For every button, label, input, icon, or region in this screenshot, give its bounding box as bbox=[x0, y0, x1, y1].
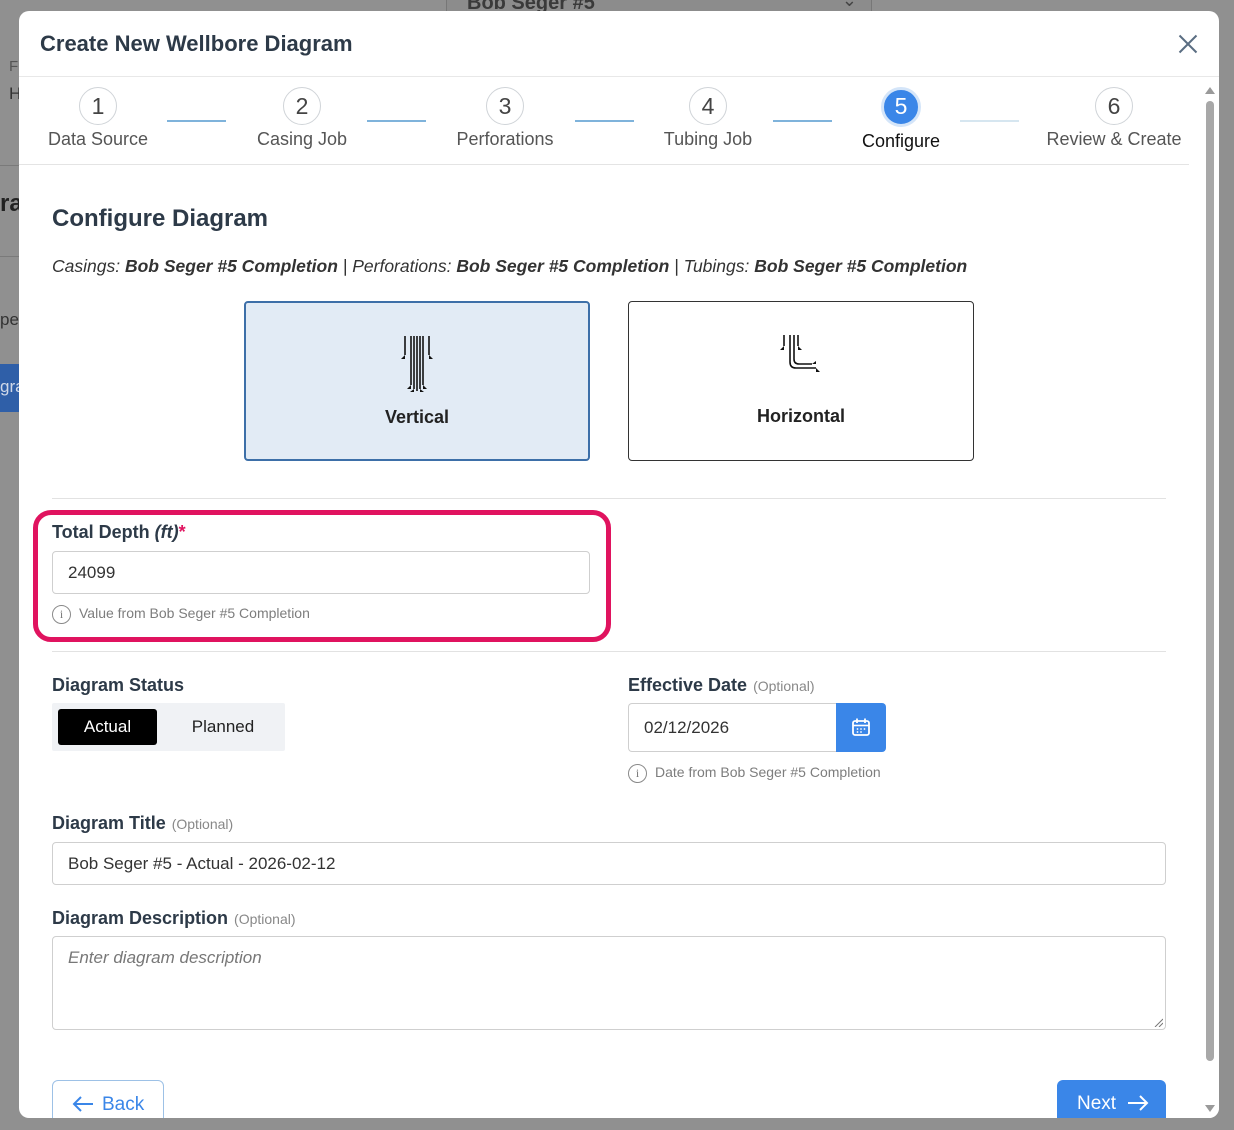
background-text-fragment: pe bbox=[0, 310, 19, 329]
step-label: Review & Create bbox=[1046, 129, 1182, 149]
horizontal-label: Horizontal bbox=[757, 406, 845, 426]
separator: | bbox=[674, 256, 679, 276]
resize-grip-icon[interactable] bbox=[1153, 1017, 1163, 1027]
arrow-right-icon bbox=[1128, 1095, 1149, 1111]
total-depth-label-text: Total Depth bbox=[52, 522, 150, 542]
step-label: Perforations bbox=[456, 129, 554, 149]
diagram-description-textarea[interactable]: Enter diagram description bbox=[52, 936, 1166, 1030]
background-text-fragment: F bbox=[9, 58, 19, 75]
section-title: Configure Diagram bbox=[52, 205, 269, 232]
diagram-title-label: Diagram Title (Optional) bbox=[52, 813, 233, 834]
total-depth-hint: i Value from Bob Seger #5 Completion bbox=[52, 605, 310, 624]
step-label: Tubing Job bbox=[663, 129, 753, 149]
step-number: 4 bbox=[689, 87, 727, 125]
optional-tag: (Optional) bbox=[234, 911, 296, 927]
horizontal-orientation-card[interactable]: Horizontal bbox=[628, 301, 974, 461]
total-depth-unit: (ft) bbox=[154, 522, 179, 542]
step-casing-job[interactable]: 2 Casing Job bbox=[247, 87, 357, 150]
create-wellbore-modal: Create New Wellbore Diagram 1 Data Sourc… bbox=[19, 11, 1219, 1118]
vertical-orientation-card[interactable]: Vertical bbox=[244, 301, 590, 461]
step-connector bbox=[773, 120, 832, 122]
description-placeholder: Enter diagram description bbox=[68, 948, 262, 967]
separator: | bbox=[342, 256, 348, 276]
diagram-description-label: Diagram Description (Optional) bbox=[52, 908, 296, 929]
optional-tag: (Optional) bbox=[171, 816, 234, 832]
total-depth-label: Total Depth (ft)* bbox=[52, 522, 186, 543]
effective-date-label: Effective Date (Optional) bbox=[628, 675, 815, 696]
diagram-status-toggle: Actual Planned bbox=[52, 703, 285, 751]
step-number: 5 bbox=[881, 87, 921, 127]
total-depth-hint-text: Value from Bob Seger #5 Completion bbox=[79, 605, 310, 622]
step-configure[interactable]: 5 Configure bbox=[846, 87, 956, 152]
optional-tag: (Optional) bbox=[753, 678, 815, 694]
step-data-source[interactable]: 1 Data Source bbox=[43, 87, 153, 150]
modal-header: Create New Wellbore Diagram bbox=[19, 11, 1219, 77]
background-button: gra bbox=[0, 364, 25, 412]
info-icon: i bbox=[52, 605, 71, 624]
step-review-create[interactable]: 6 Review & Create bbox=[1043, 87, 1185, 150]
modal-scrollbar[interactable] bbox=[1201, 85, 1219, 1118]
back-label: Back bbox=[102, 1094, 145, 1115]
next-label: Next bbox=[1077, 1093, 1117, 1114]
close-icon[interactable] bbox=[1175, 31, 1201, 57]
diagram-description-label-text: Diagram Description bbox=[52, 908, 229, 928]
horizontal-wellbore-icon bbox=[780, 335, 820, 372]
scroll-thumb[interactable] bbox=[1206, 101, 1214, 1061]
step-label: Casing Job bbox=[256, 129, 348, 149]
vertical-label: Vertical bbox=[384, 407, 450, 427]
section-divider bbox=[52, 498, 1166, 499]
diagram-title-label-text: Diagram Title bbox=[52, 813, 166, 833]
section-divider bbox=[52, 651, 1166, 652]
data-sources-summary: Casings: Bob Seger #5 Completion | Perfo… bbox=[52, 256, 967, 277]
modal-title: Create New Wellbore Diagram bbox=[40, 31, 353, 56]
effective-date-hint: i Date from Bob Seger #5 Completion bbox=[628, 764, 881, 783]
arrow-left-icon bbox=[72, 1096, 93, 1112]
wizard-stepper: 1 Data Source 2 Casing Job 3 Perforation… bbox=[19, 77, 1189, 165]
calendar-icon bbox=[852, 718, 870, 736]
step-tubing-job[interactable]: 4 Tubing Job bbox=[653, 87, 763, 150]
status-actual-button[interactable]: Actual bbox=[58, 709, 157, 745]
required-marker: * bbox=[178, 522, 186, 542]
total-depth-input[interactable]: 24099 bbox=[52, 551, 590, 594]
step-connector bbox=[167, 120, 226, 122]
step-perforations[interactable]: 3 Perforations bbox=[445, 87, 565, 150]
casings-label: Casings: bbox=[52, 256, 121, 276]
scroll-up-icon[interactable] bbox=[1205, 87, 1215, 94]
vertical-wellbore-icon bbox=[401, 336, 433, 392]
status-planned-button[interactable]: Planned bbox=[173, 709, 273, 745]
chevron-down-icon: ⌄ bbox=[841, 0, 857, 10]
step-number: 6 bbox=[1095, 87, 1133, 125]
background-divider bbox=[0, 256, 20, 257]
tubings-label: Tubings: bbox=[683, 256, 750, 276]
perforations-value: Bob Seger #5 Completion bbox=[456, 256, 670, 276]
effective-date-hint-text: Date from Bob Seger #5 Completion bbox=[655, 764, 881, 781]
step-number: 1 bbox=[79, 87, 117, 125]
next-button[interactable]: Next bbox=[1057, 1080, 1166, 1118]
scroll-down-icon[interactable] bbox=[1205, 1105, 1215, 1112]
date-picker-button[interactable] bbox=[836, 703, 886, 752]
diagram-status-label: Diagram Status bbox=[52, 675, 185, 695]
info-icon: i bbox=[628, 764, 647, 783]
perforations-label: Perforations: bbox=[352, 256, 452, 276]
step-label: Data Source bbox=[47, 129, 149, 149]
effective-date-input[interactable]: 02/12/2026 bbox=[628, 703, 836, 752]
back-button[interactable]: Back bbox=[52, 1080, 164, 1118]
step-connector bbox=[960, 120, 1019, 122]
tubings-value: Bob Seger #5 Completion bbox=[754, 256, 968, 276]
diagram-title-input[interactable]: Bob Seger #5 - Actual - 2026-02-12 bbox=[52, 842, 1166, 885]
effective-date-label-text: Effective Date bbox=[628, 675, 748, 695]
casings-value: Bob Seger #5 Completion bbox=[124, 256, 338, 276]
step-label: Configure bbox=[861, 131, 941, 151]
step-connector bbox=[575, 120, 634, 122]
step-number: 2 bbox=[283, 87, 321, 125]
background-divider bbox=[0, 165, 20, 166]
step-connector bbox=[367, 120, 426, 122]
step-number: 3 bbox=[486, 87, 524, 125]
